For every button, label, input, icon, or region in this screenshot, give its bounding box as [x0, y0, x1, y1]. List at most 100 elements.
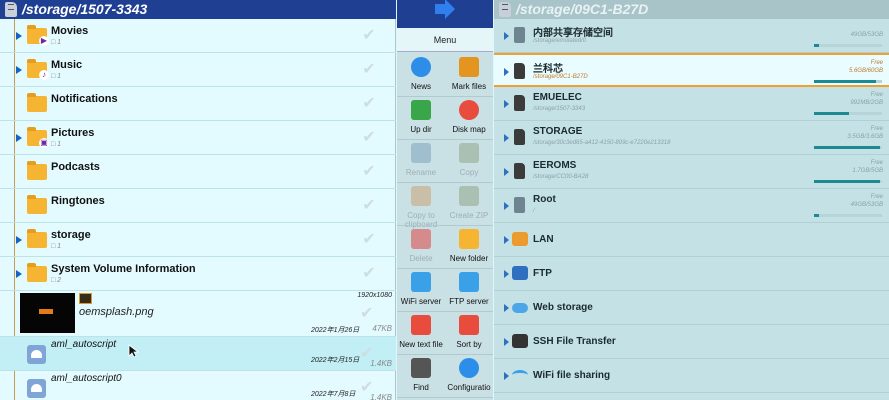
storage-device-row[interactable]: Root / Free 49GB/53GB: [494, 189, 889, 223]
left-path: /storage/1507-3343: [22, 1, 148, 17]
news-button[interactable]: News: [397, 57, 445, 91]
file-row[interactable]: aml_autoscript0 2022年7月8日 1.4KB ✔: [0, 371, 396, 400]
usage-bar: [814, 112, 882, 115]
network-location-row[interactable]: LAN: [494, 223, 889, 257]
expand-arrow-icon[interactable]: [504, 236, 509, 244]
network-location-name: SSH File Transfer: [533, 336, 616, 347]
folder-row[interactable]: ♪ Music □ 1 ✔: [0, 53, 396, 87]
expand-arrow-icon[interactable]: [504, 372, 509, 380]
copy-direction-bar[interactable]: [397, 0, 493, 28]
network-location-row[interactable]: WiFi file sharing: [494, 359, 889, 393]
network-location-row[interactable]: FTP: [494, 257, 889, 291]
storage-device-row[interactable]: EMUELEC/storage/1507-3343 Free 992MB/2GB: [494, 87, 889, 121]
pie-chart-icon: [459, 100, 479, 120]
expand-arrow-icon[interactable]: [504, 32, 509, 40]
usage-bar: [814, 44, 882, 47]
find-button[interactable]: Find: [397, 358, 445, 392]
expand-arrow-icon[interactable]: [504, 100, 509, 108]
toolbar-separator: [397, 96, 493, 97]
button-label: FTP server: [449, 297, 489, 306]
expand-arrow-icon[interactable]: [16, 66, 22, 74]
ftp-server-button[interactable]: FTP server: [445, 272, 493, 306]
folder-row[interactable]: System Volume Information □ 2 ✔: [0, 257, 396, 291]
sort-by-button[interactable]: Sort by: [445, 315, 493, 349]
phone-storage-icon: [514, 197, 525, 213]
expand-arrow-icon[interactable]: [16, 134, 22, 142]
expand-arrow-icon[interactable]: [504, 270, 509, 278]
storage-device-row[interactable]: 兰科芯/storage/09C1-B27D Free 5.6GB/60GB: [494, 53, 889, 87]
expand-arrow-icon[interactable]: [16, 270, 22, 278]
new-text-file-button[interactable]: New text file: [397, 315, 445, 349]
select-checkmark-icon[interactable]: ✔: [360, 303, 373, 323]
menu-button[interactable]: Menu: [397, 28, 493, 52]
select-checkmark-icon[interactable]: ✔: [360, 197, 378, 215]
usage-bar: [814, 214, 882, 217]
select-checkmark-icon[interactable]: ✔: [360, 231, 378, 249]
button-label: New folder: [449, 254, 489, 263]
device-capacity: 992MB/2GB: [850, 100, 883, 106]
device-name: 内部共享存储空间: [533, 28, 613, 39]
network-location-row[interactable]: SSH File Transfer: [494, 325, 889, 359]
folder-name: Podcasts: [51, 161, 100, 173]
sd-card-icon: [5, 2, 17, 17]
image-thumbnail: [20, 293, 75, 333]
trash-icon: [411, 229, 431, 249]
expand-arrow-icon[interactable]: [504, 134, 509, 142]
play-badge-icon: ▶: [39, 36, 49, 46]
right-path-header[interactable]: /storage/09C1-B27D: [494, 0, 889, 19]
folder-row[interactable]: Ringtones ✔: [0, 189, 396, 223]
file-date: 2022年2月15日: [311, 357, 360, 364]
toolbar-separator: [397, 139, 493, 140]
file-name: aml_autoscript: [51, 339, 117, 350]
select-checkmark-icon[interactable]: ✔: [360, 61, 378, 79]
folder-row[interactable]: ▶ Movies □ 1 ✔: [0, 19, 396, 53]
folder-icon: ▣: [27, 127, 49, 148]
expand-arrow-icon[interactable]: [504, 338, 509, 346]
select-checkmark-icon[interactable]: ✔: [360, 95, 378, 113]
usage-bar: [814, 80, 882, 83]
disk-map-button[interactable]: Disk map: [445, 100, 493, 134]
configuratio-button[interactable]: Configuratio: [445, 358, 493, 392]
storage-device-row[interactable]: EEROMS/storage/CC00-BA28 Free 1.7GB/5GB: [494, 155, 889, 189]
left-path-header[interactable]: /storage/1507-3343: [0, 0, 396, 19]
expand-arrow-icon[interactable]: [16, 32, 22, 40]
select-checkmark-icon[interactable]: ✔: [360, 27, 378, 45]
storage-device-row[interactable]: STORAGE/storage/30c3ed65-a412-4150-809c-…: [494, 121, 889, 155]
expand-arrow-icon[interactable]: [504, 68, 509, 76]
button-label: Disk map: [452, 125, 486, 134]
up-dir-button[interactable]: Up dir: [397, 100, 445, 134]
device-path: /storage/CC00-BA28: [533, 174, 589, 180]
device-capacity: 3.5GB/3.6GB: [847, 134, 883, 140]
folder-row[interactable]: Notifications ✔: [0, 87, 396, 121]
folder-icon: [27, 229, 47, 248]
device-name: EMUELEC: [533, 92, 582, 103]
expand-arrow-icon[interactable]: [504, 304, 509, 312]
file-row[interactable]: oemsplash.png 1920x1080 2022年1月26日 47KB ✔: [0, 291, 396, 337]
storage-device-row[interactable]: 内部共享存储空间/storage/emulated/0 49GB/53GB: [494, 19, 889, 53]
folder-name: Notifications: [51, 93, 118, 105]
script-file-icon: [27, 345, 46, 364]
select-checkmark-icon[interactable]: ✔: [360, 265, 378, 283]
network-location-name: LAN: [533, 234, 554, 245]
network-location-name: Web storage: [533, 302, 593, 313]
expand-arrow-icon[interactable]: [504, 202, 509, 210]
info-icon: [411, 57, 431, 77]
select-checkmark-icon[interactable]: ✔: [360, 163, 378, 181]
select-checkmark-icon[interactable]: ✔: [360, 377, 373, 397]
folder-icon: [27, 161, 47, 180]
new-folder-button[interactable]: New folder: [445, 229, 493, 263]
copy-button: Copy: [445, 143, 493, 177]
folder-item-count: □ 1: [51, 141, 62, 148]
network-location-row[interactable]: Web storage: [494, 291, 889, 325]
folder-row[interactable]: ▣ Pictures □ 1 ✔: [0, 121, 396, 155]
expand-arrow-icon[interactable]: [16, 236, 22, 244]
wifi-server-button[interactable]: WiFi server: [397, 272, 445, 306]
select-checkmark-icon[interactable]: ✔: [360, 343, 373, 363]
expand-arrow-icon[interactable]: [504, 168, 509, 176]
mark-files-button[interactable]: Mark files: [445, 57, 493, 91]
magnifier-icon: [411, 358, 431, 378]
folder-row[interactable]: storage □ 1 ✔: [0, 223, 396, 257]
file-row[interactable]: aml_autoscript 2022年2月15日 1.4KB ✔: [0, 337, 396, 371]
folder-row[interactable]: Podcasts ✔: [0, 155, 396, 189]
select-checkmark-icon[interactable]: ✔: [360, 129, 378, 147]
